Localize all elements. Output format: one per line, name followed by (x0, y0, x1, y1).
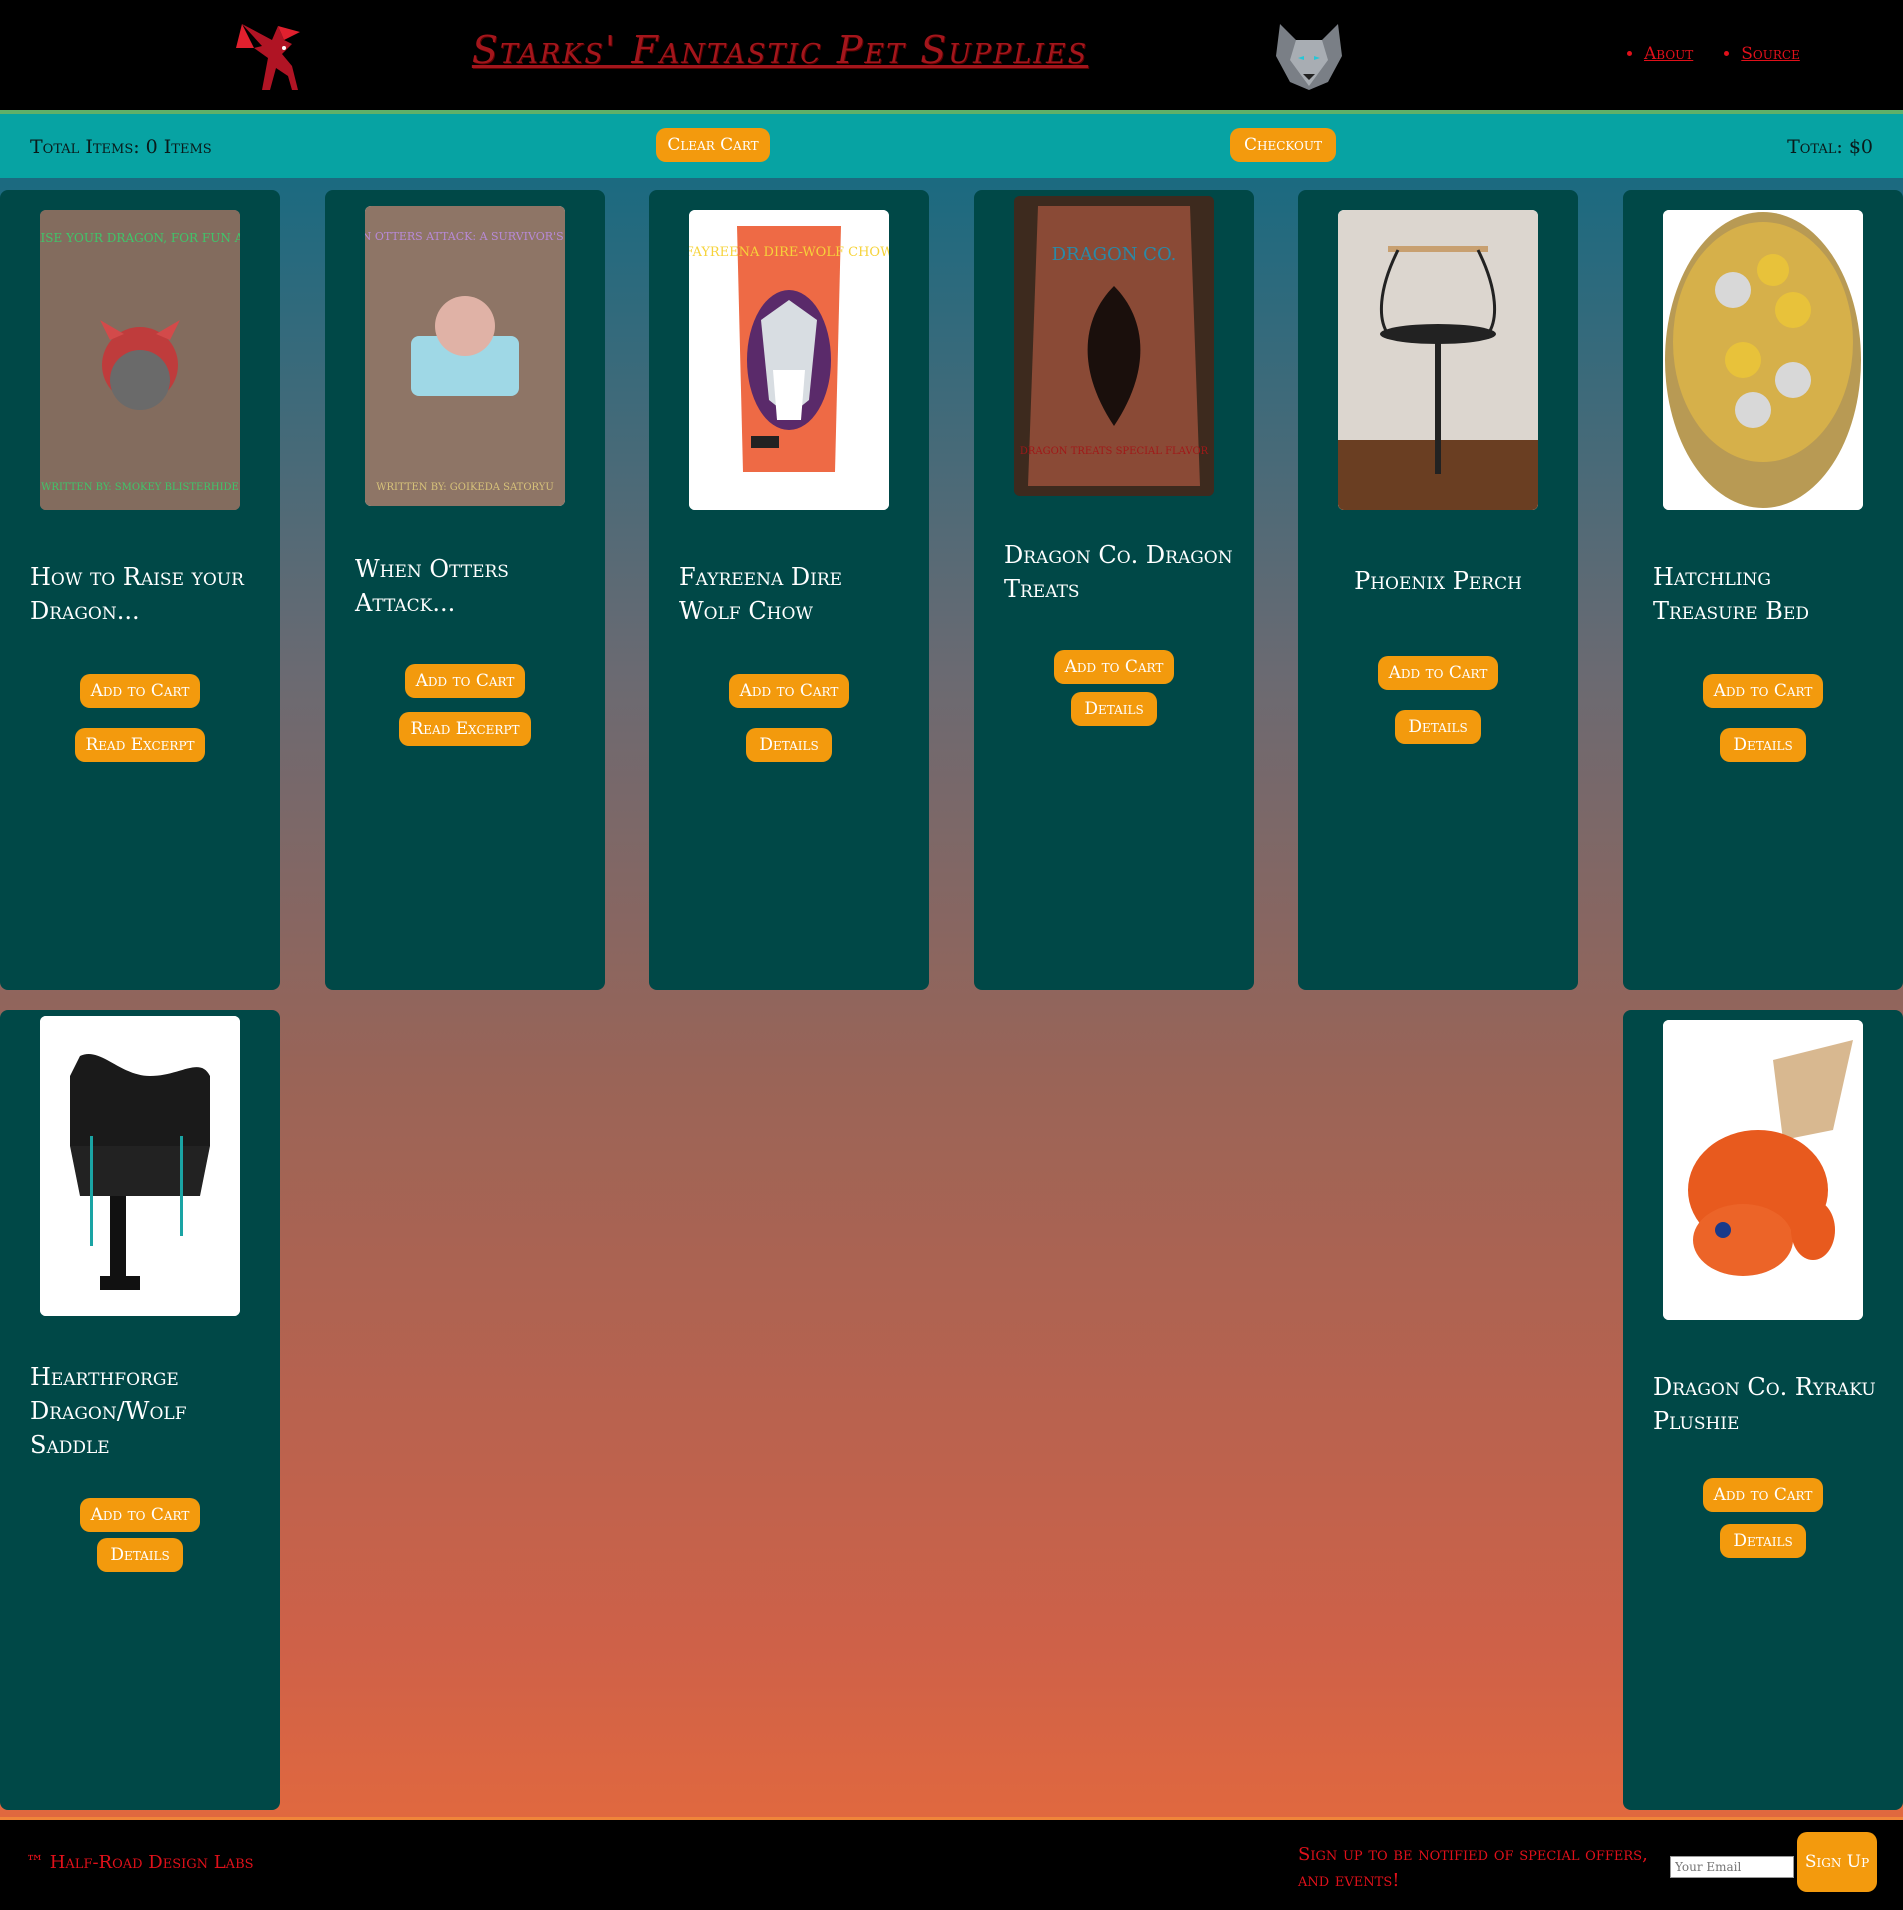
read-excerpt-button[interactable]: Read Excerpt (399, 712, 531, 746)
add-to-cart-button[interactable]: Add to Cart (1378, 656, 1498, 690)
product-title: Phoenix Perch (1354, 567, 1522, 595)
signup-text: Sign up to be notified of special offers… (1298, 1844, 1648, 1891)
product-title: Dragon Co. Ryraku Plushie (1653, 1373, 1876, 1435)
wolf-logo-icon (1276, 24, 1342, 90)
product-card: FAYREENA DIRE-WOLF CHOW Fayreena Dire Wo… (649, 190, 929, 990)
product-grid: HOW TO RAISE YOUR DRAGON, FOR FUN AND PR… (0, 178, 1903, 1817)
add-to-cart-button[interactable]: Add to Cart (80, 1498, 200, 1532)
add-to-cart-button[interactable]: Add to Cart (1703, 674, 1823, 708)
product-card: Hatchling Treasure Bed Add to Cart Detai… (1623, 190, 1903, 990)
email-field[interactable] (1670, 1856, 1794, 1878)
total-items: Total Items: 0 Items (30, 136, 212, 158)
product-image[interactable] (1663, 210, 1863, 510)
add-to-cart-button[interactable]: Add to Cart (729, 674, 849, 708)
product-image[interactable] (1663, 1020, 1863, 1320)
product-card: DRAGON CO. DRAGON TREATS SPECIAL FLAVOR … (974, 190, 1254, 990)
trademark-text: ™ Half-Road Design Labs (26, 1852, 254, 1873)
nav-item-about: About (1644, 44, 1693, 64)
product-title: How to Raise your Dragon... (30, 563, 244, 625)
cover-author: WRITTEN BY: GOIKEDA SATORYU (376, 482, 554, 493)
details-button[interactable]: Details (1395, 710, 1481, 744)
product-image[interactable]: HOW TO RAISE YOUR DRAGON, FOR FUN AND PR… (40, 210, 240, 510)
cover-subtitle: DRAGON TREATS SPECIAL FLAVOR (1020, 446, 1209, 457)
product-title: Hatchling Treasure Bed (1653, 563, 1809, 625)
header-nav: About Source (1630, 44, 1800, 64)
clear-cart-button[interactable]: Clear Cart (656, 128, 770, 162)
details-button[interactable]: Details (746, 728, 832, 762)
product-card: HOW TO RAISE YOUR DRAGON, FOR FUN AND PR… (0, 190, 280, 990)
cover-author: WRITTEN BY: SMOKEY BLISTERHIDE (41, 482, 239, 493)
details-button[interactable]: Details (1720, 1524, 1806, 1558)
product-image[interactable] (40, 1016, 240, 1316)
source-link[interactable]: Source (1741, 44, 1800, 64)
sign-up-button[interactable]: Sign Up (1797, 1832, 1877, 1892)
product-card: WHEN OTTERS ATTACK: A SURVIVOR'S TALE WR… (325, 190, 605, 990)
product-title: Fayreena Dire Wolf Chow (679, 563, 843, 625)
details-button[interactable]: Details (97, 1538, 183, 1572)
cover-title: DRAGON CO. (1052, 244, 1177, 265)
cover-title: WHEN OTTERS ATTACK: A SURVIVOR'S TALE (365, 230, 565, 243)
add-to-cart-button[interactable]: Add to Cart (80, 674, 200, 708)
add-to-cart-button[interactable]: Add to Cart (405, 664, 525, 698)
cart-bar: Total Items: 0 Items Clear Cart Checkout… (0, 110, 1903, 178)
product-image[interactable] (1338, 210, 1538, 510)
cover-title: HOW TO RAISE YOUR DRAGON, FOR FUN AND PR… (40, 231, 240, 245)
add-to-cart-button[interactable]: Add to Cart (1703, 1478, 1823, 1512)
read-excerpt-button[interactable]: Read Excerpt (75, 728, 205, 762)
product-image[interactable]: DRAGON CO. DRAGON TREATS SPECIAL FLAVOR (1014, 196, 1214, 496)
checkout-button[interactable]: Checkout (1230, 128, 1336, 162)
site-title[interactable]: Starks' Fantastic Pet Supplies (470, 28, 1090, 72)
cart-total: Total: $0 (1787, 136, 1873, 158)
product-card: Dragon Co. Ryraku Plushie Add to Cart De… (1623, 1010, 1903, 1810)
add-to-cart-button[interactable]: Add to Cart (1054, 650, 1174, 684)
site-header: Starks' Fantastic Pet Supplies About Sou… (0, 0, 1903, 110)
product-title: Dragon Co. Dragon Treats (1004, 541, 1233, 603)
about-link[interactable]: About (1644, 44, 1693, 64)
product-card: Hearthforge Dragon/Wolf Saddle Add to Ca… (0, 1010, 280, 1810)
details-button[interactable]: Details (1720, 728, 1806, 762)
dragon-logo-icon (236, 24, 300, 90)
nav-item-source: Source (1741, 44, 1800, 64)
product-title: Hearthforge Dragon/Wolf Saddle (30, 1363, 187, 1459)
product-image[interactable]: FAYREENA DIRE-WOLF CHOW (689, 210, 889, 510)
site-footer: ™ Half-Road Design Labs Sign up to be no… (0, 1817, 1903, 1910)
product-card: Phoenix Perch Add to Cart Details (1298, 190, 1578, 990)
cover-title: FAYREENA DIRE-WOLF CHOW (689, 245, 889, 260)
product-image[interactable]: WHEN OTTERS ATTACK: A SURVIVOR'S TALE WR… (365, 206, 565, 506)
product-title: When Otters Attack... (355, 555, 509, 617)
details-button[interactable]: Details (1071, 692, 1157, 726)
